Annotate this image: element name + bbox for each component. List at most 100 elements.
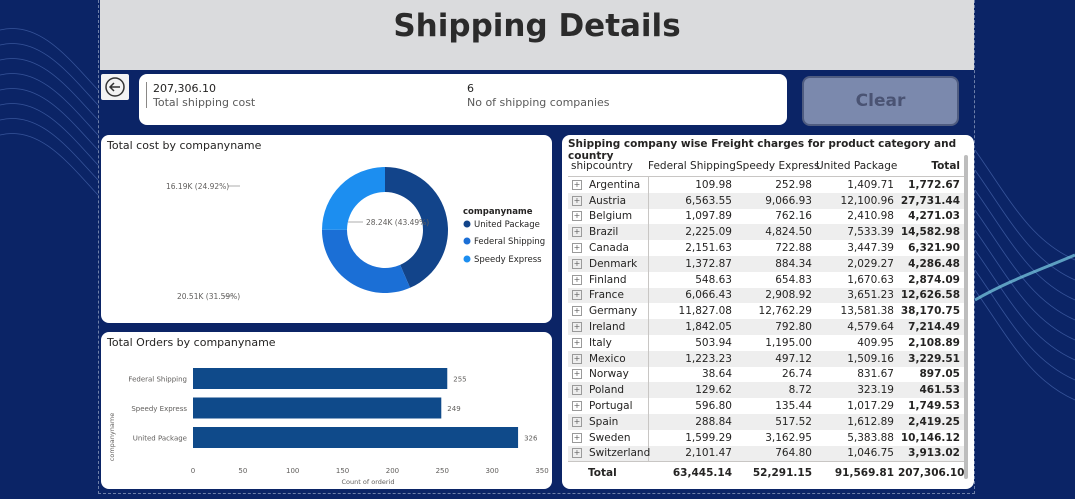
table-row[interactable]: + Sweden 1,599.29 3,162.95 5,383.88 10,146.12: [568, 429, 964, 446]
expand-plus-icon[interactable]: +: [572, 416, 582, 427]
back-button[interactable]: [101, 74, 129, 100]
expand-plus-icon[interactable]: +: [572, 385, 582, 396]
value-cell: 38.64: [701, 368, 732, 381]
bar-united-package[interactable]: [193, 427, 519, 448]
col-header-united-package[interactable]: United Package: [816, 155, 898, 177]
total-cost-donut-card[interactable]: Total cost by companyname 28.24K (43.49%…: [101, 135, 552, 323]
total-label: Total: [568, 461, 648, 485]
table-row[interactable]: + Ireland 1,842.05 792.80 4,579.64 7,214.49: [568, 319, 964, 335]
table-row[interactable]: + France 6,066.43 2,908.92 3,651.23 12,626.58: [568, 287, 964, 304]
kpi-divider: [146, 82, 147, 108]
value-cell: 1,097.89: [685, 210, 732, 223]
expand-plus-icon[interactable]: +: [572, 211, 582, 222]
country-name: Belgium: [589, 210, 633, 223]
expand-plus-icon[interactable]: +: [572, 243, 582, 254]
freight-matrix-card[interactable]: Shipping company wise Freight charges fo…: [562, 135, 974, 489]
table-row[interactable]: + Spain 288.84 517.52 1,612.89 2,419.25: [568, 413, 964, 430]
country-cell: + Ireland: [568, 319, 649, 335]
col-header-total[interactable]: Total: [898, 155, 964, 177]
country-cell: + Sweden: [568, 429, 649, 446]
col-header-shipcountry[interactable]: shipcountry: [568, 155, 648, 177]
expand-plus-icon[interactable]: +: [572, 448, 582, 459]
legend-label-federal-shipping: Federal Shipping: [474, 237, 545, 247]
value-cell: 409.95: [857, 336, 894, 349]
slice-label-speedy-express: 16.19K (24.92%): [166, 182, 229, 191]
total-orders-bar-card[interactable]: Total Orders by companyname companyname …: [101, 332, 552, 489]
table-row[interactable]: + Switzerland 2,101.47 764.80 1,046.75 3,913.…: [568, 445, 964, 462]
expand-plus-icon[interactable]: +: [572, 432, 582, 443]
bar-value-label: 249: [447, 405, 460, 413]
expand-plus-icon[interactable]: +: [572, 353, 582, 364]
country-name: Norway: [589, 368, 629, 381]
table-row[interactable]: + Finland 548.63 654.83 1,670.63 2,874.09: [568, 271, 964, 288]
country-cell: + Argentina: [568, 176, 649, 193]
value-cell: 11,827.08: [678, 305, 732, 318]
bar-speedy-express[interactable]: [193, 397, 442, 419]
value-cell: 26.74: [781, 368, 812, 381]
clear-button[interactable]: Clear: [802, 76, 959, 126]
row-total-cell: 38,170.75: [900, 305, 960, 318]
expand-plus-icon[interactable]: +: [572, 337, 582, 348]
table-row[interactable]: + Denmark 1,372.87 884.34 2,029.27 4,286.48: [568, 255, 964, 272]
table-row[interactable]: + Mexico 1,223.23 497.12 1,509.16 3,229.51: [568, 350, 964, 367]
table-row[interactable]: + Canada 2,151.63 722.88 3,447.39 6,321.90: [568, 240, 964, 256]
expand-plus-icon[interactable]: +: [572, 322, 582, 333]
value-cell: 109.98: [695, 178, 732, 191]
col-header-speedy-express[interactable]: Speedy Express: [736, 155, 819, 177]
value-cell: 4,824.50: [736, 224, 816, 241]
expand-plus-icon[interactable]: +: [572, 195, 582, 206]
value-cell: 3,447.39: [847, 242, 894, 255]
country-name: Mexico: [589, 352, 626, 365]
table-row[interactable]: + Portugal 596.80 135.44 1,017.29 1,749.53: [568, 398, 964, 414]
expand-plus-icon[interactable]: +: [572, 274, 582, 285]
legend-title: companyname: [463, 207, 533, 217]
value-cell: 129.62: [648, 382, 736, 399]
value-cell: 503.94: [695, 336, 732, 349]
table-row[interactable]: + Poland 129.62 8.72 323.19 461.53: [568, 382, 964, 399]
row-total-cell: 897.05: [919, 368, 960, 381]
matrix-scrollbar[interactable]: [964, 155, 968, 479]
expand-plus-icon[interactable]: +: [572, 369, 582, 380]
table-row[interactable]: + Argentina 109.98 252.98 1,409.71 1,772.67: [568, 176, 964, 193]
value-cell: 13,581.38: [840, 305, 894, 318]
value-cell: 764.80: [736, 445, 816, 462]
country-name: France: [589, 289, 624, 302]
value-cell: 2,101.47: [648, 445, 736, 462]
table-row[interactable]: + Italy 503.94 1,195.00 409.95 2,108.89: [568, 334, 964, 351]
country-cell: + Switzerland: [568, 445, 650, 462]
expand-plus-icon[interactable]: +: [572, 401, 582, 412]
expand-plus-icon[interactable]: +: [572, 306, 582, 317]
bar-category-label: Federal Shipping: [128, 376, 187, 384]
legend-label-speedy-express: Speedy Express: [474, 255, 542, 265]
table-row[interactable]: + Austria 6,563.55 9,066.93 12,100.96 27,731.…: [568, 192, 964, 209]
table-row[interactable]: + Norway 38.64 26.74 831.67 897.05: [568, 366, 964, 383]
value-cell: 2,225.09: [648, 224, 736, 241]
value-cell: 792.80: [736, 319, 816, 335]
value-cell: 9,066.93: [736, 192, 816, 209]
total-cell: 52,291.15: [736, 461, 816, 485]
bar-chart[interactable]: companyname Federal Shipping Speedy Expre…: [101, 332, 552, 489]
bar-federal-shipping[interactable]: [193, 368, 448, 389]
value-cell: 497.12: [736, 350, 816, 367]
country-name: Italy: [589, 336, 612, 349]
expand-plus-icon[interactable]: +: [572, 227, 582, 238]
donut-chart[interactable]: 28.24K (43.49%) 20.51K (31.59%) 16.19K (…: [101, 135, 552, 323]
col-header-federal-shipping[interactable]: Federal Shipping: [648, 155, 736, 177]
row-total-cell: 6,321.90: [908, 242, 960, 255]
value-cell: 8.72: [736, 382, 816, 399]
row-total-cell: 14,582.98: [898, 224, 964, 241]
table-row[interactable]: + Brazil 2,225.09 4,824.50 7,533.39 14,582.98: [568, 224, 964, 241]
total-cell: 63,445.14: [648, 461, 736, 485]
table-row[interactable]: + Belgium 1,097.89 762.16 2,410.98 4,271.03: [568, 208, 964, 225]
freight-matrix[interactable]: shipcountry Federal Shipping Speedy Expr…: [568, 155, 964, 485]
expand-plus-icon[interactable]: +: [572, 258, 582, 269]
row-total-cell: 2,108.89: [908, 336, 960, 349]
country-cell: + Italy: [568, 334, 649, 351]
expand-plus-icon[interactable]: +: [572, 290, 582, 301]
legend-label-united-package: United Package: [474, 220, 540, 230]
expand-plus-icon[interactable]: +: [572, 179, 582, 190]
value-cell: 1,046.75: [816, 445, 898, 462]
back-arrow-icon: [105, 77, 125, 97]
table-row[interactable]: + Germany 11,827.08 12,762.29 13,581.38 38,17…: [568, 303, 964, 320]
donut-slice-federal-shipping[interactable]: [321, 229, 411, 293]
